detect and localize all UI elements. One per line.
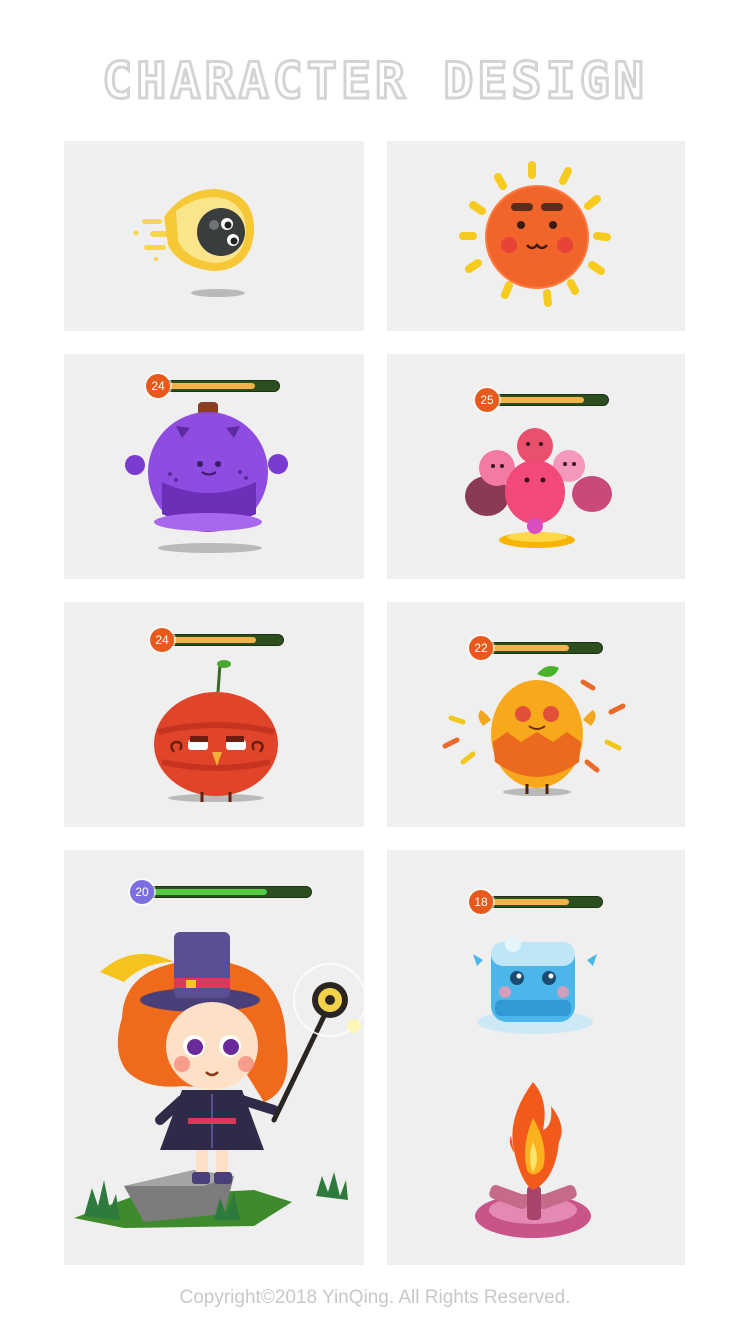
orange-fruit-icon — [442, 666, 626, 796]
meteor-character-card — [64, 141, 364, 331]
page-title: CHARACTER DESIGN — [101, 51, 648, 112]
orange-fruit-character-card: 22 — [387, 602, 685, 827]
ice-block-and-campfire-card: 18 — [387, 850, 685, 1265]
copyright-footer: Copyright©2018 YinQing. All Rights Reser… — [179, 1287, 571, 1308]
red-fruit-character-card: 24 — [64, 602, 364, 827]
pink-creatures-icon — [465, 428, 612, 548]
pink-creatures-character-card: 25 — [387, 354, 685, 579]
red-fruit-icon — [154, 660, 278, 802]
campfire-icon — [475, 1082, 591, 1238]
sun-icon — [459, 161, 611, 307]
witch-girl-character-card: 20 — [64, 850, 364, 1265]
witch-girl-icon — [74, 932, 364, 1228]
meteor-icon — [133, 189, 255, 297]
sun-character-card — [387, 141, 685, 331]
purple-blob-character-card: 24 — [64, 354, 364, 579]
purple-blob-icon — [125, 402, 288, 553]
ice-block-icon — [473, 936, 597, 1238]
